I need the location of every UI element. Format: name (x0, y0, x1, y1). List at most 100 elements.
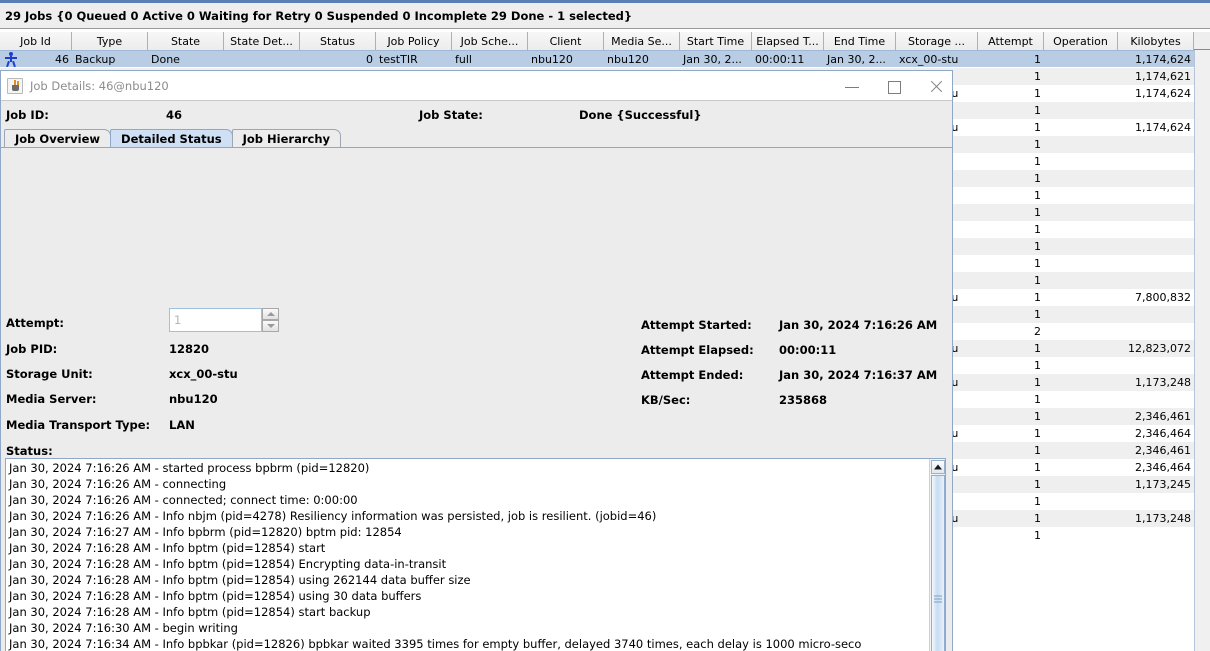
cell-type: Backup (72, 50, 148, 67)
jobs-summary-text: 29 Jobs {0 Queued 0 Active 0 Waiting for… (5, 8, 633, 23)
status-log-vertical-scrollbar[interactable] (929, 459, 945, 651)
scroll-up-icon[interactable] (931, 460, 945, 474)
attempt-spinner-value[interactable]: 1 (169, 308, 262, 332)
cell-attempt: 1 (1034, 512, 1041, 525)
cell-attempt: 1 (1034, 410, 1041, 423)
tab-job-hierarchy[interactable]: Job Hierarchy (231, 129, 342, 147)
job-id-value: 46 (166, 108, 183, 122)
cell-kilobytes: 1,173,248 (1135, 376, 1191, 389)
cell-attempt: 1 (1034, 172, 1041, 185)
cell-kilobytes (1118, 136, 1194, 153)
column-header-job-id[interactable]: Job Id (0, 32, 72, 50)
cell-status: 0 (300, 50, 376, 67)
column-header-job-policy[interactable]: Job Policy (376, 32, 452, 50)
cell-attempt: 1 (1034, 87, 1041, 100)
cell-kilobytes (1118, 306, 1194, 323)
cell-attempt: 1 (1034, 155, 1041, 168)
cell-operation (1044, 476, 1118, 493)
cell-kilobytes: 2,346,461 (1135, 444, 1191, 457)
column-header-elapsed-t[interactable]: Elapsed T... (752, 32, 824, 50)
column-header-attempt[interactable]: Attempt (978, 32, 1044, 50)
column-header-media-se[interactable]: Media Se... (604, 32, 680, 50)
cell-kilobytes: 2,346,464 (1135, 461, 1191, 474)
column-header-storage[interactable]: Storage ... (896, 32, 978, 50)
field-label-media-server: Media Server: (6, 392, 97, 406)
column-header-kilobytes[interactable]: Kilobytes (1118, 32, 1194, 50)
job-state-label: Job State: (419, 108, 483, 122)
cell-operation (1044, 391, 1118, 408)
field-value-storage-unit: xcx_00-stu (169, 367, 238, 381)
column-header-end-time[interactable]: End Time (824, 32, 896, 50)
cell-kilobytes (1118, 170, 1194, 187)
cell-job-schedule: full (452, 50, 528, 67)
tab-job-overview[interactable]: Job Overview (4, 129, 112, 147)
status-log-line: Jan 30, 2024 7:16:34 AM - Info bpbkar (p… (9, 637, 862, 651)
cell-attempt: 1 (1034, 529, 1041, 542)
cell-attempt: 1 (1034, 427, 1041, 440)
cell-kilobytes (1118, 238, 1194, 255)
cell-kilobytes (1118, 357, 1194, 374)
cell-operation (1044, 102, 1118, 119)
column-header-type[interactable]: Type (72, 32, 148, 50)
status-log-vscroll-thumb[interactable] (931, 475, 945, 651)
field-label-attempt-started: Attempt Started: (641, 318, 752, 332)
spinner-up-icon[interactable] (262, 308, 279, 320)
cell-attempt: 2 (1034, 325, 1041, 338)
cell-operation (1044, 408, 1118, 425)
cell-job-id: 46 (0, 50, 72, 67)
dialog-title: Job Details: 46@nbu120 (30, 78, 169, 93)
jobs-table-vertical-scrollbar[interactable] (1194, 50, 1210, 651)
cell-operation (1044, 238, 1118, 255)
column-header-job-sche[interactable]: Job Sche... (452, 32, 528, 50)
dialog-header-info: Job ID: 46 Job State: Done {Successful} (1, 101, 952, 129)
table-row-selected[interactable]: 46 Backup Done 0 testTIR full nbu120 nbu120 Jan … (0, 50, 1210, 67)
status-log-line: Jan 30, 2024 7:16:27 AM - Info bpbrm (pi… (9, 525, 402, 539)
cell-kilobytes (1118, 187, 1194, 204)
cell-kilobytes (1118, 255, 1194, 272)
attempt-spinner-buttons[interactable] (262, 308, 279, 332)
cell-attempt: 1 (1034, 240, 1041, 253)
cell-kilobytes (1118, 391, 1194, 408)
cell-operation (1044, 493, 1118, 510)
cell-state: Done (148, 50, 224, 67)
field-value-attempt-elapsed: 00:00:11 (779, 343, 837, 357)
cell-kilobytes: 1,173,245 (1135, 478, 1191, 491)
jobs-table-header: Job Id Type State State Det... Status Job Pol… (0, 32, 1210, 50)
cell-kilobytes: 2,346,461 (1135, 410, 1191, 423)
field-label-status: Status: (6, 444, 53, 458)
maximize-icon[interactable] (886, 78, 902, 94)
tab-detailed-status[interactable]: Detailed Status (110, 129, 233, 147)
column-header-client[interactable]: Client (528, 32, 604, 50)
close-icon[interactable] (928, 78, 944, 94)
column-header-start-time[interactable]: Start Time (680, 32, 752, 50)
column-header-state-det[interactable]: State Det... (224, 32, 300, 50)
column-header-status[interactable]: Status (300, 32, 376, 50)
attempt-spinner[interactable]: 1 (169, 308, 279, 332)
cell-attempt: 1 (1034, 189, 1041, 202)
dialog-title-bar[interactable]: Job Details: 46@nbu120 (1, 71, 952, 101)
status-log-line: Jan 30, 2024 7:16:28 AM - Info bptm (pid… (9, 573, 471, 587)
cell-attempt: 1 (1034, 138, 1041, 151)
spinner-down-icon[interactable] (262, 320, 279, 332)
cell-operation (1044, 323, 1118, 340)
cell-state-details (224, 50, 300, 67)
cell-operation (1044, 136, 1118, 153)
dialog-tab-strip[interactable]: Job Overview Detailed Status Job Hierarchy (1, 129, 952, 148)
cell-attempt: 1 (1034, 70, 1041, 83)
cell-attempt: 1 (1034, 461, 1041, 474)
field-label-job-pid: Job PID: (6, 342, 58, 356)
cell-attempt: 1 (1034, 223, 1041, 236)
column-header-state[interactable]: State (148, 32, 224, 50)
column-header-operation[interactable]: Operation (1044, 32, 1118, 50)
cell-job-policy: testTIR (376, 50, 452, 67)
cell-operation (1044, 204, 1118, 221)
status-log-line: Jan 30, 2024 7:16:26 AM - connecting (9, 477, 227, 491)
cell-operation (1044, 68, 1118, 85)
cell-kilobytes (1118, 323, 1194, 340)
cell-operation (1044, 459, 1118, 476)
status-log-line: Jan 30, 2024 7:16:26 AM - started proces… (9, 461, 370, 475)
scroll-grip-icon (934, 593, 942, 604)
status-log-text[interactable]: Jan 30, 2024 7:16:26 AM - started proces… (6, 459, 929, 651)
cell-kilobytes: 7,800,832 (1135, 291, 1191, 304)
minimize-icon[interactable] (844, 78, 860, 94)
